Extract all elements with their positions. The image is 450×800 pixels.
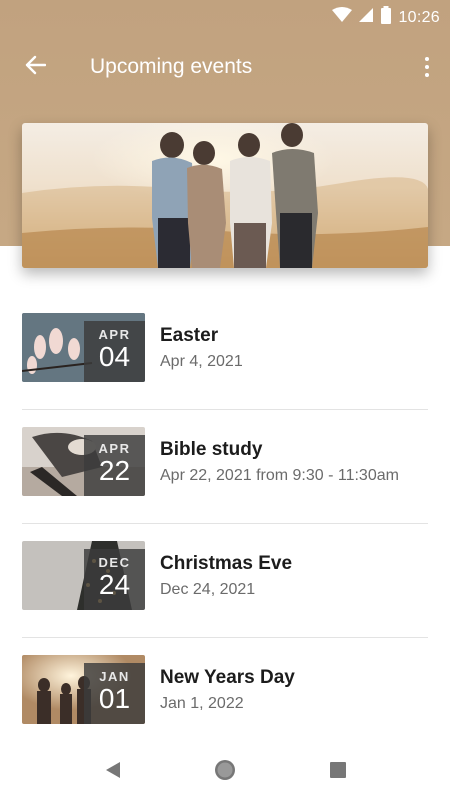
back-button[interactable]	[18, 50, 52, 84]
status-icons: 10:26	[332, 6, 440, 29]
event-thumbnail: APR 22	[22, 427, 145, 496]
event-thumbnail: JAN 01	[22, 655, 145, 724]
event-title: New Years Day	[160, 667, 295, 688]
date-day: 24	[98, 569, 131, 600]
events-list: APR 04 Easter Apr 4, 2021 APR 22 Bible s…	[22, 296, 428, 752]
event-thumbnail: DEC 24	[22, 541, 145, 610]
hero-image	[22, 123, 428, 268]
event-date: Apr 4, 2021	[160, 353, 243, 370]
nav-home-button[interactable]	[211, 758, 239, 786]
system-nav-bar	[0, 744, 450, 800]
event-item-new-years-day[interactable]: JAN 01 New Years Day Jan 1, 2022	[22, 638, 428, 752]
event-item-bible-study[interactable]: APR 22 Bible study Apr 22, 2021 from 9:3…	[22, 410, 428, 524]
more-options-button[interactable]	[418, 50, 436, 84]
date-day: 04	[98, 341, 131, 372]
page-title: Upcoming events	[90, 55, 253, 78]
date-month: APR	[98, 327, 131, 342]
date-day: 01	[98, 683, 131, 714]
arrow-left-icon	[24, 55, 47, 80]
date-badge: JAN 01	[84, 663, 145, 724]
event-date: Dec 24, 2021	[160, 581, 256, 598]
back-triangle-icon	[105, 761, 121, 784]
home-circle-icon	[213, 758, 237, 787]
recents-square-icon	[330, 761, 346, 783]
event-date: Jan 1, 2022	[160, 695, 244, 712]
date-month: APR	[98, 441, 131, 456]
status-bar: 10:26	[0, 0, 450, 32]
event-item-christmas-eve[interactable]: DEC 24 Christmas Eve Dec 24, 2021	[22, 524, 428, 638]
nav-back-button[interactable]	[99, 758, 127, 786]
more-vertical-icon	[425, 57, 429, 61]
event-title: Easter	[160, 325, 219, 346]
battery-icon	[380, 6, 392, 29]
date-day: 22	[98, 455, 131, 486]
date-badge: APR 22	[84, 435, 145, 496]
event-title: Bible study	[160, 439, 263, 460]
date-badge: DEC 24	[84, 549, 145, 610]
status-time: 10:26	[398, 8, 440, 26]
event-item-easter[interactable]: APR 04 Easter Apr 4, 2021	[22, 296, 428, 410]
date-badge: APR 04	[84, 321, 145, 382]
date-month: DEC	[98, 555, 131, 570]
event-thumbnail: APR 04	[22, 313, 145, 382]
wifi-icon	[332, 7, 353, 28]
date-month: JAN	[99, 669, 130, 684]
event-date: Apr 22, 2021 from 9:30 - 11:30am	[160, 467, 399, 484]
app-toolbar: Upcoming events	[0, 40, 450, 94]
nav-recents-button[interactable]	[324, 758, 352, 786]
event-title: Christmas Eve	[160, 553, 293, 574]
signal-icon	[358, 7, 374, 28]
